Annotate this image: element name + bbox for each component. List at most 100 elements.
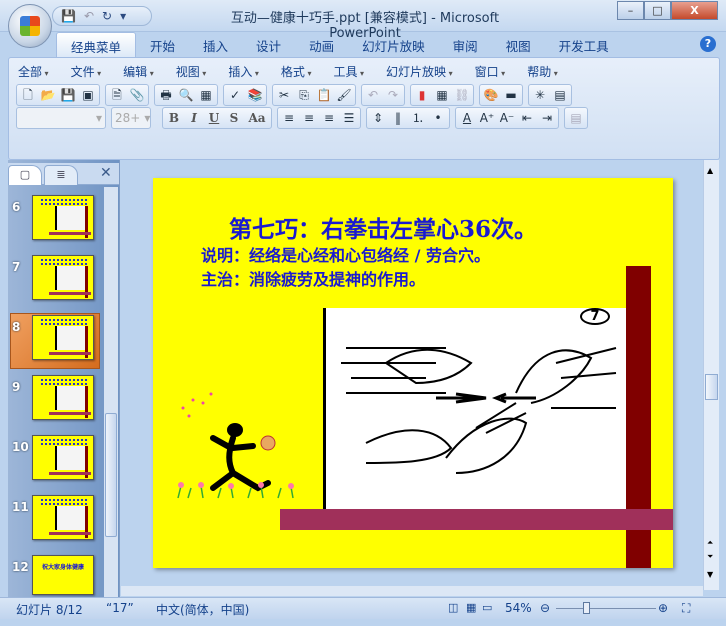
slideshow-view-icon[interactable]: ▭ [482,601,492,614]
slide-thumbnail-9[interactable] [32,375,94,420]
editor-horizontal-scrollbar[interactable] [121,586,703,596]
attach-icon[interactable]: 📎 [129,87,145,103]
save-icon[interactable]: 💾 [60,87,76,103]
next-slide-icon[interactable]: ⏷ [707,552,713,562]
design-icon[interactable]: 🎨 [483,87,499,103]
shadow-button[interactable]: S [226,110,242,126]
tab-home[interactable]: 开始 [136,32,189,58]
cut-icon[interactable]: ✂ [276,87,292,103]
menu-insert[interactable]: 插入 [228,63,259,80]
menu-format[interactable]: 格式 [281,63,312,80]
zoom-slider-thumb[interactable] [583,602,591,614]
slide-title[interactable]: 第七巧：右拳击左掌心36次。 [153,210,613,244]
slide-description[interactable]: 说明：经络是心经和心包络经 / 劳合穴。 [201,242,490,266]
editor-scroll-thumb[interactable] [705,374,718,400]
save-icon[interactable]: 💾 [61,9,76,23]
redo-icon[interactable]: ↷ [385,87,401,103]
normal-view-icon[interactable]: ◫ [448,601,458,614]
underline-button[interactable]: U [206,110,222,126]
align-center-icon[interactable]: ≡ [301,110,317,126]
menu-file[interactable]: 文件 [71,63,102,80]
change-case-button[interactable]: Aa [246,110,268,126]
italic-button[interactable]: I [186,110,202,126]
print-icon[interactable]: 🖶 [158,87,174,103]
tab-insert[interactable]: 插入 [189,32,242,58]
bullets-icon[interactable]: • [430,110,446,126]
layout-icon[interactable]: ▤ [552,87,568,103]
panel-scroll-thumb[interactable] [105,413,117,537]
menu-edit[interactable]: 编辑 [123,63,154,80]
align-left-icon[interactable]: ≡ [281,110,297,126]
scroll-up-icon[interactable]: ▲ [707,166,713,175]
font-size-select[interactable]: 28+ ▾ [111,107,151,129]
menu-help[interactable]: 帮助 [527,63,558,80]
tab-review[interactable]: 审阅 [439,32,492,58]
new-slide-icon[interactable]: ✳ [532,87,548,103]
slide-thumbnail-11[interactable] [32,495,94,540]
slide-thumbnail-7[interactable] [32,255,94,300]
decrease-indent-icon[interactable]: ⇤ [519,110,535,126]
bold-button[interactable]: B [166,110,182,126]
line-spacing-icon[interactable]: ‖ [390,110,406,126]
editor-vertical-scrollbar[interactable]: ▲ ⏶ ⏷ ▼ [703,160,719,590]
table-icon[interactable]: ▦ [198,87,214,103]
justify-icon[interactable]: ☰ [341,110,357,126]
tab-outline[interactable]: ≣ [44,165,78,185]
slide-indication[interactable]: 主治：消除疲劳及提神的作用。 [201,266,425,290]
research-icon[interactable]: 📚 [247,87,263,103]
language-indicator[interactable]: 中文(简体，中国) [156,601,249,618]
permission-icon[interactable]: ▣ [80,87,96,103]
slide-thumbnail-12[interactable]: 祝大家身体健康 [32,555,94,595]
scroll-down-icon[interactable]: ▼ [707,570,713,579]
open-icon[interactable]: 📂 [40,87,56,103]
font-color-icon[interactable]: A [459,110,475,126]
copy-icon[interactable]: ⎘ [296,87,312,103]
menu-tools[interactable]: 工具 [333,63,364,80]
close-panel-icon[interactable]: ✕ [100,165,112,181]
align-right-icon[interactable]: ≡ [321,110,337,126]
slide-design-icon[interactable]: ▤ [568,110,584,126]
previous-slide-icon[interactable]: ⏶ [707,538,713,548]
numbering-icon[interactable]: ⒈ [410,110,426,126]
paste-icon[interactable]: 📋 [316,87,332,103]
redo-icon[interactable]: ↻ [102,9,112,23]
tab-slides[interactable]: ▢ [8,165,42,185]
tab-animation[interactable]: 动画 [295,32,348,58]
increase-indent-icon[interactable]: ⇥ [539,110,555,126]
zoom-level[interactable]: 54% [505,601,532,615]
format-painter-icon[interactable]: 🖌 [336,87,352,103]
zoom-slider[interactable] [556,608,656,609]
slide-sorter-icon[interactable]: ▦ [466,601,476,614]
office-button[interactable] [8,4,52,48]
grow-font-icon[interactable]: A⁺ [479,110,495,126]
tab-classic-menu[interactable]: 经典菜单 [56,32,137,58]
chart-icon[interactable]: ▮ [414,87,430,103]
shrink-font-icon[interactable]: A⁻ [499,110,515,126]
menu-view[interactable]: 视图 [176,63,207,80]
undo-icon[interactable]: ↶ [84,9,94,23]
hand-exercise-illustration[interactable]: 7 [323,308,626,510]
menu-all[interactable]: 全部 [18,63,49,80]
insert-table-icon[interactable]: ▦ [434,87,450,103]
customize-qat-icon[interactable]: ▾ [120,9,126,23]
color-grayscale-icon[interactable]: ▬ [503,87,519,103]
tab-view[interactable]: 视图 [492,32,545,58]
maximize-button[interactable]: □ [644,1,671,20]
tab-slideshow[interactable]: 幻灯片放映 [348,32,439,58]
menu-window[interactable]: 窗口 [475,63,506,80]
slide-thumbnail-10[interactable] [32,435,94,480]
new-icon[interactable]: 🗋 [20,87,36,103]
tab-design[interactable]: 设计 [242,32,295,58]
spelling-icon[interactable]: ✓ [227,87,243,103]
email-icon[interactable]: 🗎 [109,87,125,103]
slide-thumbnail-8[interactable] [32,315,94,360]
panel-scrollbar[interactable] [104,187,118,597]
menu-slideshow[interactable]: 幻灯片放映 [386,63,453,80]
close-button[interactable]: X [671,1,718,20]
text-direction-icon[interactable]: ⇕ [370,110,386,126]
print-preview-icon[interactable]: 🔍 [178,87,194,103]
slide-thumbnail-6[interactable] [32,195,94,240]
minimize-button[interactable]: – [617,1,644,20]
font-name-select[interactable]: ▾ [16,107,106,129]
hyperlink-icon[interactable]: ⛓ [454,87,470,103]
